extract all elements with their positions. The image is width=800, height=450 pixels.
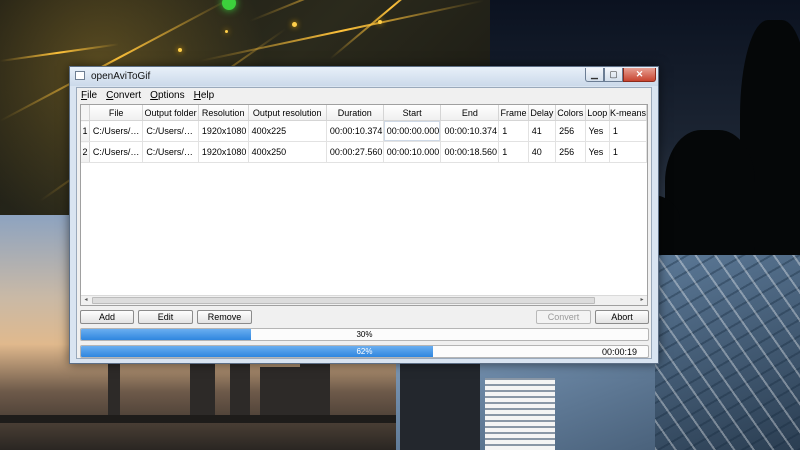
light-dot xyxy=(378,20,382,24)
scrollbar-thumb[interactable] xyxy=(92,297,595,304)
progress-text: 62% xyxy=(356,347,373,356)
column-header-start[interactable]: Start xyxy=(383,105,442,121)
building-silhouette xyxy=(108,355,120,415)
white-tower xyxy=(485,378,555,450)
window-title: openAviToGif xyxy=(91,71,151,82)
column-header-file[interactable]: File xyxy=(89,105,144,121)
horizontal-scrollbar[interactable]: ◂ ▸ xyxy=(81,295,647,305)
cell-colors[interactable]: 256 xyxy=(555,141,586,163)
table-corner[interactable] xyxy=(81,105,90,121)
row-number[interactable]: 2 xyxy=(81,141,90,163)
close-icon: ✕ xyxy=(635,69,644,79)
cell-colors[interactable]: 256 xyxy=(555,120,586,142)
column-header-output-folder[interactable]: Output folder xyxy=(142,105,199,121)
table-row[interactable]: 1 C:/Users/… C:/Users/… 1920x1080 400x22… xyxy=(81,120,647,142)
progress-bar-current: 30% xyxy=(80,328,649,341)
menu-help[interactable]: Help xyxy=(190,88,215,104)
scroll-left-icon[interactable]: ◂ xyxy=(81,296,91,305)
column-header-k-means[interactable]: K-means xyxy=(609,105,647,121)
cell-resolution[interactable]: 1920x1080 xyxy=(198,120,249,142)
column-header-frame[interactable]: Frame xyxy=(498,105,529,121)
abort-button[interactable]: Abort xyxy=(595,310,649,324)
cell-file[interactable]: C:/Users/… xyxy=(89,141,144,163)
elapsed-time: 00:00:19 xyxy=(602,347,638,357)
cell-delay[interactable]: 40 xyxy=(528,141,557,163)
cell-start[interactable]: 00:00:10.000 xyxy=(383,141,442,163)
light-streak xyxy=(0,43,119,62)
cell-end[interactable]: 00:00:18.560 xyxy=(440,141,500,163)
cell-file[interactable]: C:/Users/… xyxy=(89,120,144,142)
menu-convert-label: onvert xyxy=(113,90,142,101)
column-header-colors[interactable]: Colors xyxy=(555,105,586,121)
cell-frame[interactable]: 1 xyxy=(498,141,529,163)
minimize-button[interactable]: ▁ xyxy=(585,68,604,82)
app-icon xyxy=(75,71,85,80)
light-dot xyxy=(225,30,228,33)
close-button[interactable]: ✕ xyxy=(623,68,656,82)
menu-options[interactable]: Options xyxy=(146,88,184,104)
progress-bar-total: 62% xyxy=(80,345,649,358)
maximize-icon: ▢ xyxy=(609,69,618,79)
building-silhouette xyxy=(260,367,300,415)
scroll-right-icon[interactable]: ▸ xyxy=(637,296,647,305)
menu-bar: File Convert Options Help xyxy=(77,88,651,104)
menu-convert[interactable]: Convert xyxy=(102,88,141,104)
menu-file[interactable]: File xyxy=(77,88,97,104)
cell-end[interactable]: 00:00:10.374 xyxy=(440,120,500,142)
column-header-delay[interactable]: Delay xyxy=(528,105,557,121)
table-row[interactable]: 2 C:/Users/… C:/Users/… 1920x1080 400x25… xyxy=(81,141,647,163)
cell-k-means[interactable]: 1 xyxy=(609,120,647,142)
cell-loop[interactable]: Yes xyxy=(585,120,610,142)
jobs-table: File Output folder Resolution Output res… xyxy=(80,104,648,306)
column-header-output-resolution[interactable]: Output resolution xyxy=(248,105,327,121)
maximize-button[interactable]: ▢ xyxy=(604,68,623,82)
table-header-row: File Output folder Resolution Output res… xyxy=(81,105,647,121)
cell-loop[interactable]: Yes xyxy=(585,141,610,163)
cell-start[interactable]: 00:00:00.000 xyxy=(383,120,442,142)
cell-output-folder[interactable]: C:/Users/… xyxy=(142,141,199,163)
menu-help-mnemonic: H xyxy=(193,90,201,101)
edit-button[interactable]: Edit xyxy=(138,310,193,324)
column-header-duration[interactable]: Duration xyxy=(326,105,384,121)
cell-output-folder[interactable]: C:/Users/… xyxy=(142,120,199,142)
cell-output-resolution[interactable]: 400x250 xyxy=(248,141,327,163)
cell-output-resolution[interactable]: 400x225 xyxy=(248,120,327,142)
menu-file-label: ile xyxy=(87,90,98,101)
building-silhouette xyxy=(230,360,250,415)
cell-duration[interactable]: 00:00:10.374 xyxy=(326,120,384,142)
light-dot xyxy=(178,48,182,52)
menu-options-label: ptions xyxy=(157,90,185,101)
menu-options-mnemonic: O xyxy=(150,90,158,101)
remove-button[interactable]: Remove xyxy=(197,310,252,324)
light-dot xyxy=(222,0,236,10)
column-header-end[interactable]: End xyxy=(440,105,500,121)
building-silhouette xyxy=(400,360,480,450)
light-dot xyxy=(292,22,297,27)
convert-button[interactable]: Convert xyxy=(536,310,591,324)
client-area: File Convert Options Help File Output fo… xyxy=(76,87,652,359)
add-button[interactable]: Add xyxy=(80,310,134,324)
app-window: openAviToGif ▁ ▢ ✕ File Convert Options … xyxy=(69,66,659,364)
column-header-loop[interactable]: Loop xyxy=(585,105,610,121)
progress-text: 30% xyxy=(356,330,373,339)
cell-frame[interactable]: 1 xyxy=(498,120,529,142)
cell-k-means[interactable]: 1 xyxy=(609,141,647,163)
row-number[interactable]: 1 xyxy=(81,120,90,142)
cell-resolution[interactable]: 1920x1080 xyxy=(198,141,249,163)
light-streak xyxy=(199,0,484,62)
menu-help-label: elp xyxy=(200,90,215,101)
cell-delay[interactable]: 41 xyxy=(528,120,557,142)
bridge-silhouette xyxy=(0,415,400,423)
cell-duration[interactable]: 00:00:27.560 xyxy=(326,141,384,163)
title-bar[interactable]: openAviToGif ▁ ▢ ✕ xyxy=(70,67,658,86)
minimize-icon: ▁ xyxy=(591,69,598,79)
column-header-resolution[interactable]: Resolution xyxy=(198,105,249,121)
